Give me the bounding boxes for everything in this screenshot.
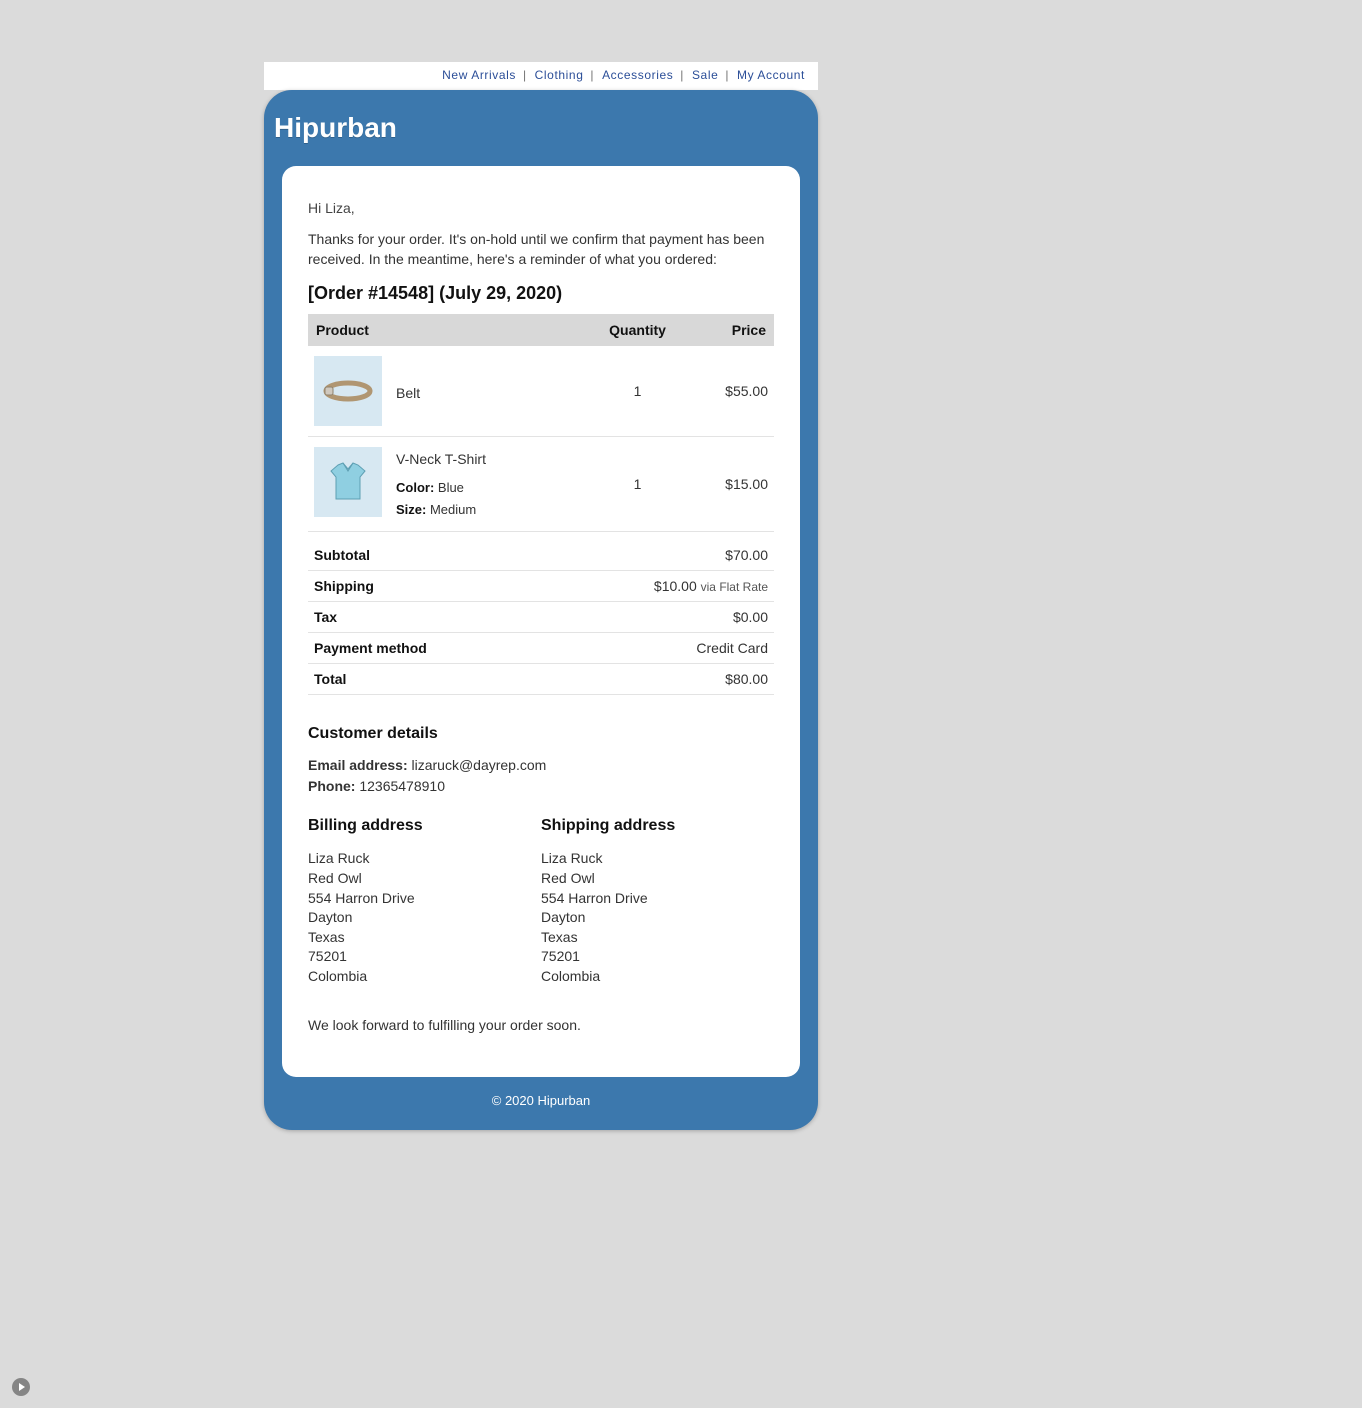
total-label: Total [308,664,540,695]
addr-line: 75201 [308,947,541,967]
product-price: $55.00 [692,346,774,437]
closing-text: We look forward to fulfilling your order… [308,1017,774,1033]
top-nav: New Arrivals | Clothing | Accessories | … [264,62,818,90]
product-name: Belt [396,381,420,401]
product-image-belt-icon [314,356,382,426]
shipping-heading: Shipping address [541,817,774,835]
product-name: V-Neck T-Shirt [396,447,486,467]
addr-line: 554 Harron Drive [541,889,774,909]
nav-separator: | [725,68,729,82]
brand-title: Hipurban [264,90,818,166]
addr-line: Colombia [541,967,774,987]
shipping-label: Shipping [308,571,540,602]
addr-line: Dayton [541,908,774,928]
email-envelope: New Arrivals | Clothing | Accessories | … [264,62,818,1130]
addr-line: Dayton [308,908,541,928]
product-image-tshirt-icon [314,447,382,517]
product-option: Color: Blue [396,477,486,499]
totals-table: Subtotal $70.00 Shipping $10.00 via Flat… [308,540,774,695]
nav-accessories[interactable]: Accessories [602,68,673,82]
email-container: Hipurban Hi Liza, Thanks for your order.… [264,90,818,1130]
nav-separator: | [590,68,594,82]
nav-separator: | [523,68,527,82]
play-icon[interactable] [12,1378,30,1396]
total-value: $80.00 [540,664,774,695]
addr-line: 554 Harron Drive [308,889,541,909]
footer-text: © 2020 Hipurban [264,1077,818,1130]
nav-clothing[interactable]: Clothing [535,68,584,82]
col-product: Product [308,314,583,346]
addr-line: Texas [308,928,541,948]
tax-value: $0.00 [540,602,774,633]
intro-text: Thanks for your order. It's on-hold unti… [308,230,774,269]
addr-line: 75201 [541,947,774,967]
table-row: V-Neck T-Shirt Color: Blue Size: Medium … [308,437,774,532]
product-price: $15.00 [692,437,774,532]
customer-phone: Phone: 12365478910 [308,776,774,797]
subtotal-label: Subtotal [308,540,540,571]
col-price: Price [692,314,774,346]
addr-line: Colombia [308,967,541,987]
order-table: Product Quantity Price [308,314,774,532]
nav-separator: | [680,68,684,82]
addr-line: Red Owl [541,869,774,889]
addr-line: Liza Ruck [541,849,774,869]
billing-heading: Billing address [308,817,541,835]
table-row: Belt 1 $55.00 [308,346,774,437]
nav-sale[interactable]: Sale [692,68,718,82]
customer-email: Email address: lizaruck@dayrep.com [308,755,774,776]
product-qty: 1 [583,346,692,437]
content-card: Hi Liza, Thanks for your order. It's on-… [282,166,800,1077]
product-option: Size: Medium [396,499,486,521]
addr-line: Red Owl [308,869,541,889]
col-quantity: Quantity [583,314,692,346]
nav-my-account[interactable]: My Account [737,68,805,82]
product-qty: 1 [583,437,692,532]
nav-new-arrivals[interactable]: New Arrivals [442,68,516,82]
addr-line: Liza Ruck [308,849,541,869]
payment-method-value: Credit Card [540,633,774,664]
customer-details-heading: Customer details [308,725,774,743]
shipping-value: $10.00 via Flat Rate [540,571,774,602]
payment-method-label: Payment method [308,633,540,664]
addr-line: Texas [541,928,774,948]
order-heading: [Order #14548] (July 29, 2020) [308,283,774,304]
shipping-address: Shipping address Liza Ruck Red Owl 554 H… [541,803,774,986]
greeting: Hi Liza, [308,200,774,216]
subtotal-value: $70.00 [540,540,774,571]
tax-label: Tax [308,602,540,633]
billing-address: Billing address Liza Ruck Red Owl 554 Ha… [308,803,541,986]
